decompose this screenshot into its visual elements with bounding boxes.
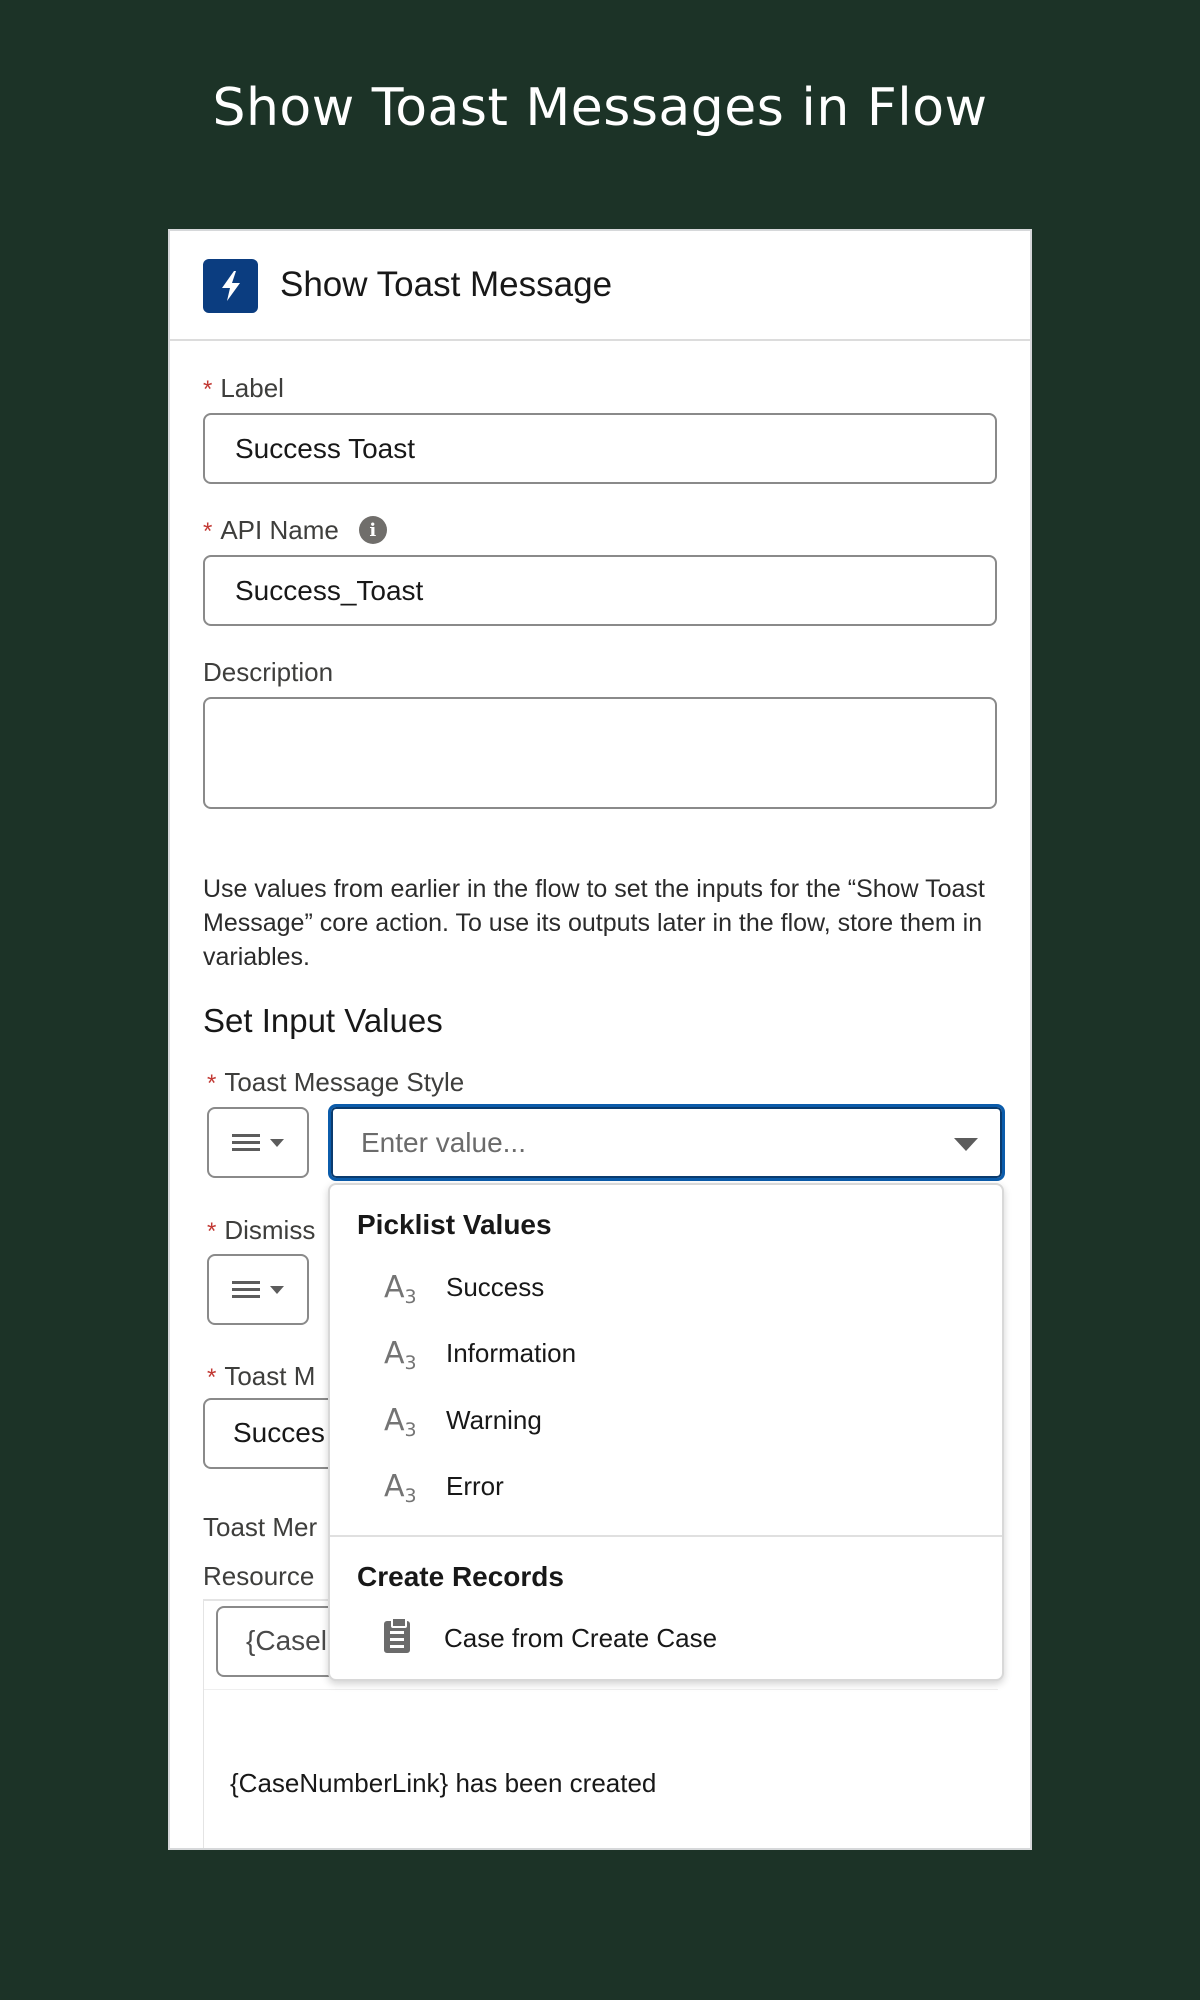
toast-message-link-label: Toast Mer bbox=[203, 1512, 318, 1542]
chevron-down-icon bbox=[270, 1285, 284, 1294]
record-option-case[interactable]: Case from Create Case bbox=[330, 1610, 1002, 1666]
required-marker: * bbox=[203, 376, 213, 403]
value-type-button[interactable] bbox=[207, 1254, 309, 1325]
records-group-header: Create Records bbox=[357, 1561, 564, 1592]
resource-label: Resource bbox=[203, 1561, 315, 1591]
description-textarea[interactable] bbox=[203, 697, 997, 809]
required-marker: * bbox=[207, 1218, 217, 1245]
chevron-down-icon bbox=[270, 1138, 284, 1147]
api-name-input[interactable]: Success_Toast bbox=[203, 555, 997, 626]
list-icon bbox=[232, 1281, 260, 1298]
toast-message-field-label: * Toast M bbox=[207, 1361, 316, 1391]
list-icon bbox=[232, 1134, 260, 1151]
picklist-option-error[interactable]: A3 Error bbox=[330, 1458, 1002, 1514]
chevron-down-icon[interactable] bbox=[954, 1138, 978, 1151]
panel-title: Show Toast Message bbox=[280, 265, 613, 304]
text-type-icon: A3 bbox=[384, 1269, 417, 1308]
dropdown-divider bbox=[330, 1535, 1002, 1537]
picklist-option-success[interactable]: A3 Success bbox=[330, 1259, 1002, 1315]
info-icon[interactable]: i bbox=[358, 516, 387, 545]
text-type-icon: A3 bbox=[384, 1335, 417, 1374]
picklist-dropdown: Picklist Values A3 Success A3 Informatio… bbox=[328, 1183, 1004, 1681]
dismiss-field-label: * Dismiss bbox=[207, 1215, 316, 1245]
section-title: Set Input Values bbox=[203, 1002, 443, 1039]
required-marker: * bbox=[203, 518, 213, 545]
required-marker: * bbox=[207, 1364, 217, 1391]
toast-style-field-label: * Toast Message Style bbox=[207, 1067, 465, 1097]
help-text: Use values from earlier in the flow to s… bbox=[203, 875, 985, 971]
toast-message-value: Succes bbox=[233, 1417, 325, 1448]
panel-header: Show Toast Message bbox=[170, 231, 1030, 341]
api-name-field-label: * API Name i bbox=[203, 515, 387, 546]
description-field-label: Description bbox=[203, 657, 334, 687]
message-body: {CaseNumberLink} has been created bbox=[230, 1768, 657, 1798]
label-field-label: * Label bbox=[203, 373, 284, 403]
text-type-icon: A3 bbox=[384, 1402, 417, 1441]
picklist-group-header: Picklist Values bbox=[357, 1209, 552, 1240]
page-heading: Show Toast Messages in Flow bbox=[212, 78, 988, 138]
clipboard-icon bbox=[384, 1617, 410, 1653]
required-marker: * bbox=[207, 1070, 217, 1097]
picklist-option-warning[interactable]: A3 Warning bbox=[330, 1392, 1002, 1448]
label-input[interactable]: Success Toast bbox=[203, 413, 997, 484]
text-type-icon: A3 bbox=[384, 1468, 417, 1507]
picklist-option-information[interactable]: A3 Information bbox=[330, 1325, 1002, 1381]
toast-style-combobox[interactable]: Enter value... bbox=[328, 1104, 1005, 1181]
lightning-bolt-icon bbox=[203, 259, 258, 313]
value-type-button[interactable] bbox=[207, 1107, 309, 1178]
resource-value: {Casel bbox=[246, 1625, 327, 1656]
